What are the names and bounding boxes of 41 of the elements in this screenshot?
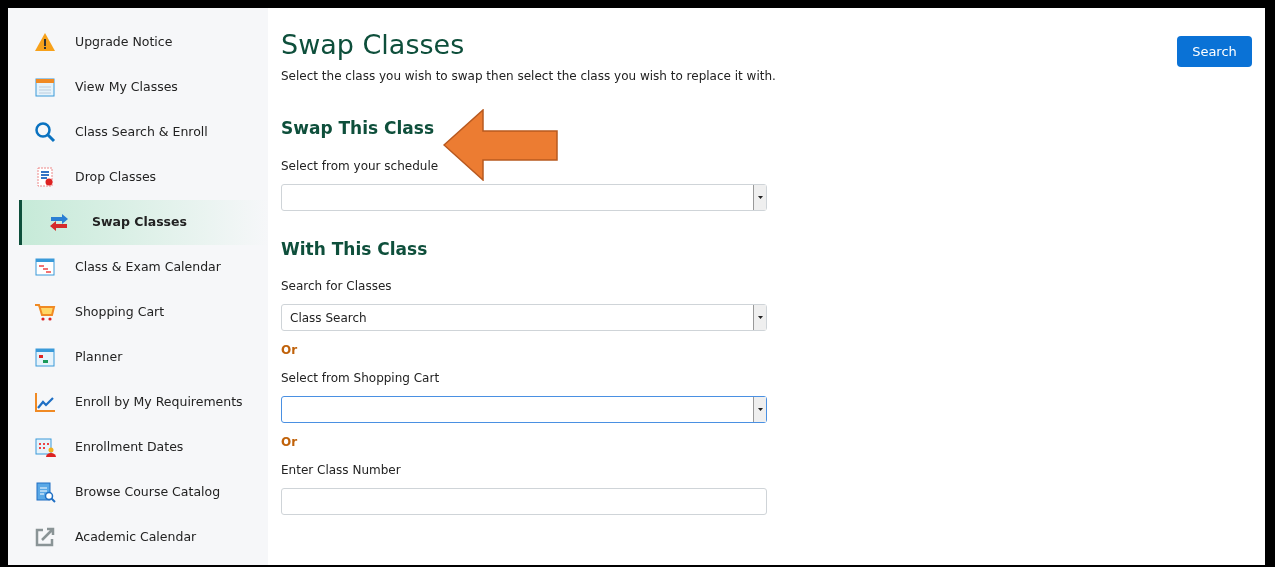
instructions-text: Select the class you wish to swap then select the class you wish to replace it with. [281,68,777,85]
page-title: Swap Classes [281,28,465,62]
field-label: Search for Classes [281,278,393,295]
sidebar-item[interactable]: Shopping Cart [8,295,268,329]
dropdown-caret [753,184,766,210]
field-label: Enter Class Number [281,462,402,479]
menu-icon [34,31,56,53]
input-field[interactable] [281,488,767,515]
dropdown-field[interactable] [281,183,767,211]
menu-icon [34,391,56,413]
field-label: Select from Shopping Cart [281,370,441,387]
dropdown-caret [753,397,766,422]
dropdown-field[interactable]: Class Search [281,304,767,331]
menu-icon [34,301,56,323]
menu-icon [34,526,56,548]
sidebar-item[interactable]: Planner [8,340,268,374]
or-text: Or [281,342,299,359]
search-button[interactable]: Search [1177,36,1252,67]
sidebar-item[interactable]: Drop Classes [8,160,268,194]
section-heading: With This Class [281,237,429,261]
menu-icon [34,346,56,368]
sidebar-item[interactable]: Browse Course Catalog [8,475,268,509]
menu-icon [34,481,56,503]
sidebar-item[interactable]: Class Search & Enroll [8,115,268,149]
section-heading: Swap This Class [281,117,436,140]
dropdown-field[interactable] [281,396,767,423]
sidebar-item[interactable]: View My Classes [8,70,268,104]
menu-icon [34,436,56,458]
menu-icon [48,211,70,233]
sidebar-item[interactable]: Class & Exam Calendar [8,250,268,284]
dropdown-caret [753,305,766,330]
sidebar-item[interactable]: Enrollment Dates [8,430,268,464]
or-text: Or [281,434,299,451]
menu-icon [34,121,56,143]
menu-icon [34,256,56,278]
sidebar-item[interactable]: Academic Calendar [8,520,268,554]
sidebar-item[interactable]: Upgrade Notice [8,25,268,59]
sidebar-item[interactable]: Enroll by My Requirements [8,385,268,419]
menu-icon [34,166,56,188]
menu-icon [34,76,56,98]
field-label: Select from your schedule [281,157,440,175]
